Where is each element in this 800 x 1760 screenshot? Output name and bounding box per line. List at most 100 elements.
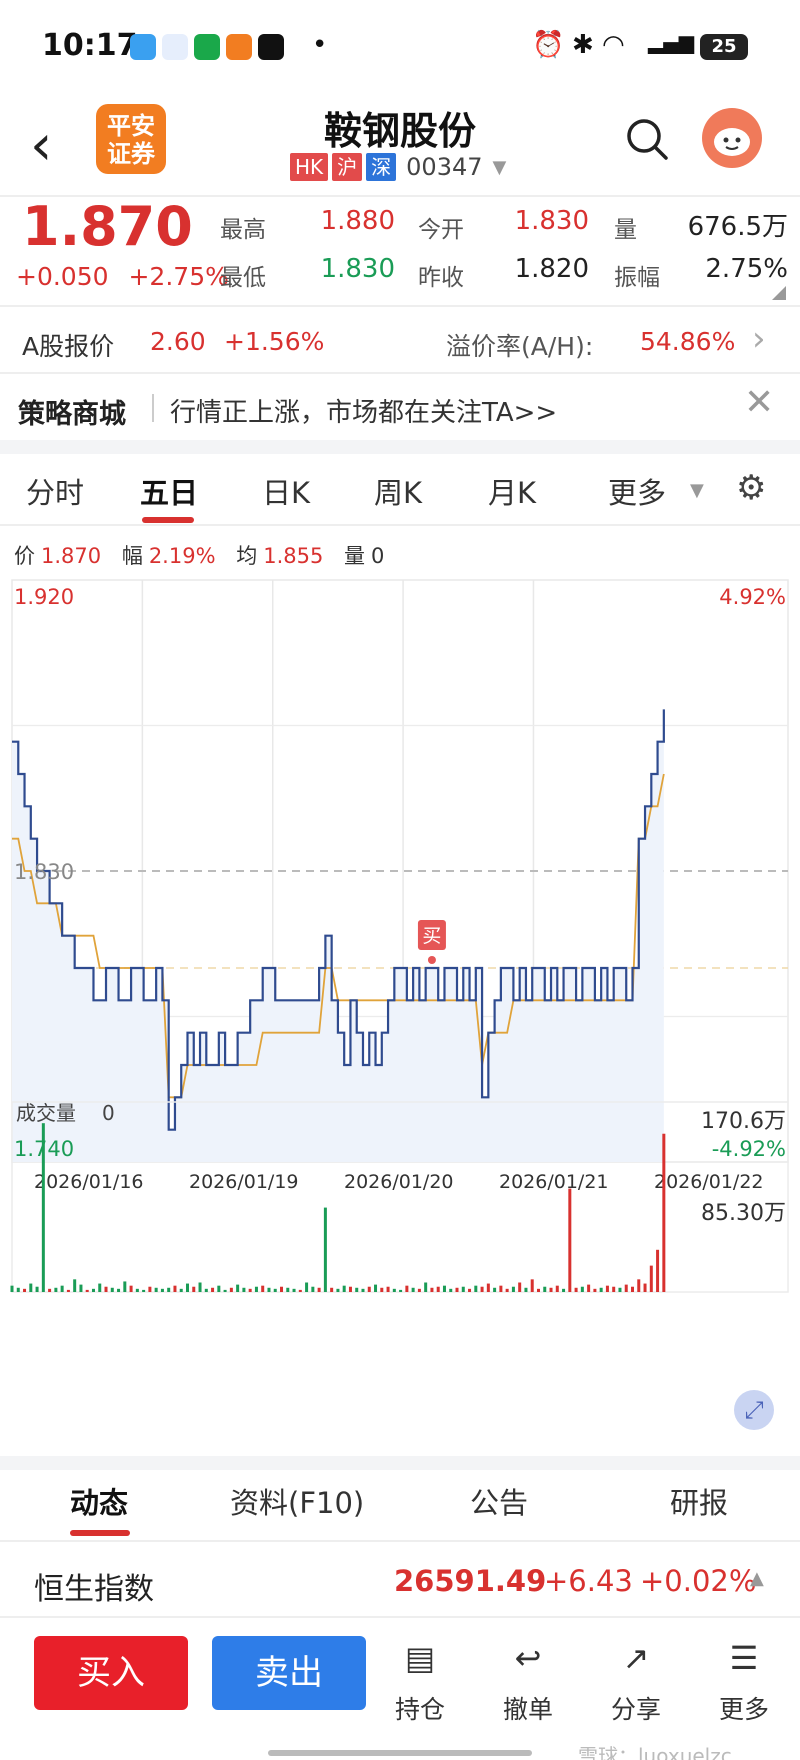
chevron-down-icon[interactable]: ▼: [690, 480, 704, 501]
tab-f10[interactable]: 资料(F10): [230, 1480, 364, 1522]
chevron-up-icon[interactable]: ▲: [750, 1568, 764, 1589]
close-icon[interactable]: ✕: [744, 382, 774, 423]
divider: [0, 524, 800, 526]
five-day-chart[interactable]: 1.9201.8301.7404.92%-4.92% 2026/01/16202…: [0, 570, 800, 1460]
volume-title: 成交量: [16, 1101, 76, 1125]
volume-bar: [355, 1287, 359, 1292]
avatar[interactable]: [702, 108, 762, 168]
volume-bar: [656, 1249, 660, 1292]
volume-bar: [336, 1288, 340, 1292]
status-time: 10:17: [42, 28, 138, 63]
more-button[interactable]: ☰ 更多: [704, 1636, 784, 1726]
tab-monthly-k[interactable]: 月K: [488, 470, 536, 512]
volume-bar: [587, 1284, 591, 1292]
volume-bar: [449, 1288, 453, 1292]
volume-bar: [35, 1286, 39, 1292]
tab-announcements[interactable]: 公告: [470, 1480, 528, 1522]
index-change: +6.43: [544, 1564, 633, 1598]
readout-vol: 0: [371, 544, 385, 568]
home-indicator[interactable]: [268, 1750, 532, 1756]
volume-bar: [298, 1289, 302, 1292]
stock-code[interactable]: 00347: [406, 153, 482, 181]
tab-five-day[interactable]: 五日: [140, 470, 198, 512]
volume-bar: [179, 1288, 183, 1292]
volume-bar: [411, 1287, 415, 1292]
volume-bar: [499, 1285, 503, 1292]
volume-bar: [518, 1282, 522, 1292]
chevron-right-icon: ›: [752, 319, 766, 359]
volume-bar: [599, 1287, 603, 1292]
chart-tabs: 分时 五日 日K 周K 月K 更多 ▼ ⚙: [0, 462, 800, 524]
readout-price: 1.870: [41, 544, 102, 568]
strategy-text[interactable]: 行情正上涨，市场都在关注TA>>: [170, 392, 557, 429]
volume-bar: [292, 1288, 296, 1292]
volume-bar: [593, 1288, 597, 1292]
buy-button[interactable]: 买入: [34, 1636, 188, 1710]
a-share-row[interactable]: A股报价 2.60 +1.56% 溢价率(A/H): 54.86% ›: [0, 315, 800, 370]
tab-weekly-k[interactable]: 周K: [374, 470, 422, 512]
share-label: 分享: [610, 1695, 661, 1724]
position-button[interactable]: ▤ 持仓: [380, 1636, 460, 1726]
tab-research[interactable]: 研报: [670, 1480, 728, 1522]
amplitude-label: 振幅: [614, 265, 660, 291]
index-change-pct: +0.02%: [640, 1564, 757, 1598]
bluetooth-icon: ✱: [572, 30, 594, 60]
cloud-app-icon: [130, 34, 156, 60]
action-bar: 买入 卖出 ▤ 持仓 ↩ 撤单 ↗ 分享 ☰ 更多 雪球：luoxuelzc: [0, 1616, 800, 1760]
volume-bar: [198, 1282, 202, 1292]
strategy-banner[interactable]: 策略商城 行情正上涨，市场都在关注TA>> ✕: [0, 378, 800, 440]
open-label: 今开: [418, 217, 464, 243]
crosshair-readout: 价 1.870 幅 2.19% 均 1.855 量0: [14, 540, 390, 570]
buy-marker-label: 买: [422, 925, 441, 947]
tab-daily-k[interactable]: 日K: [262, 470, 310, 512]
tab-intraday[interactable]: 分时: [26, 470, 84, 512]
price-area: [12, 709, 664, 1162]
volume-bar: [486, 1283, 490, 1292]
volume-bar: [154, 1287, 158, 1292]
search-icon[interactable]: [622, 114, 672, 164]
prev-close-value: 1.820: [514, 254, 589, 284]
cancel-order-button[interactable]: ↩ 撤单: [488, 1636, 568, 1726]
volume-bar: [16, 1287, 20, 1292]
volume-bar: [417, 1288, 421, 1292]
date-label: 2026/01/22: [654, 1171, 764, 1193]
readout-avg-label: 均: [236, 544, 258, 568]
buy-marker[interactable]: 买: [417, 920, 446, 964]
volume-bar: [248, 1288, 252, 1292]
volume-bar: [618, 1287, 622, 1292]
volume-bar: [317, 1287, 321, 1292]
index-value: 26591.49: [394, 1564, 547, 1598]
price-change: +0.050 +2.75%: [16, 262, 229, 291]
share-button[interactable]: ↗ 分享: [596, 1636, 676, 1726]
separator: [152, 394, 154, 422]
volume-bar: [480, 1286, 484, 1292]
volume-bar: [41, 1123, 45, 1292]
volume-bar: [211, 1287, 215, 1292]
volume-bar: [267, 1287, 271, 1292]
volume-bar: [392, 1288, 396, 1292]
tab-news[interactable]: 动态: [70, 1480, 128, 1522]
fullscreen-icon[interactable]: ⤢: [734, 1390, 774, 1430]
readout-avg: 1.855: [263, 544, 324, 568]
amplitude-value: 2.75%: [705, 254, 788, 284]
current-price: 1.870: [22, 195, 193, 258]
volume-bar: [562, 1288, 566, 1292]
date-label: 2026/01/20: [344, 1171, 454, 1193]
watermark: 雪球：luoxuelzc: [578, 1744, 732, 1760]
tab-more[interactable]: 更多: [608, 470, 666, 512]
music-app-icon: [194, 34, 220, 60]
volume-bar: [142, 1289, 146, 1292]
volume-bar: [530, 1279, 534, 1292]
volume-bar: [555, 1285, 559, 1292]
volume-bar: [273, 1288, 277, 1292]
document-icon: ▤: [404, 1639, 436, 1677]
volume-bar: [637, 1279, 641, 1292]
high-label: 最高: [220, 217, 266, 243]
settings-gear-icon[interactable]: ⚙: [736, 468, 766, 508]
chevron-down-icon[interactable]: ▼: [493, 157, 507, 178]
volume-bar: [386, 1286, 390, 1292]
sell-button[interactable]: 卖出: [212, 1636, 366, 1710]
date-label: 2026/01/21: [499, 1171, 609, 1193]
expand-corner-icon[interactable]: [772, 286, 786, 300]
index-ticker[interactable]: 恒生指数 26591.49 +6.43 +0.02% ▲: [0, 1548, 800, 1616]
